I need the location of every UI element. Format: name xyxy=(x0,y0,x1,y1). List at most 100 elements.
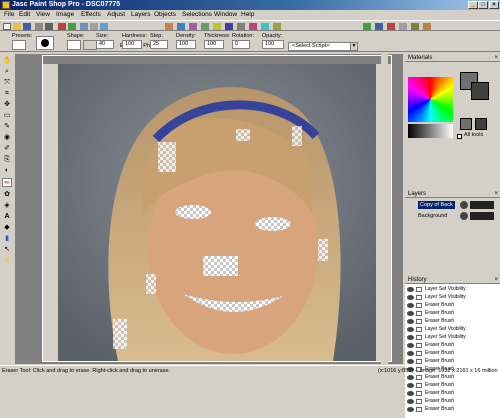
dodge-tool-icon[interactable]: ◐ xyxy=(2,166,12,175)
history-item[interactable]: Eraser Brush xyxy=(407,390,498,397)
history-item[interactable]: Eraser Brush xyxy=(407,350,498,357)
learning-center-icon[interactable] xyxy=(225,23,233,30)
photo-canvas[interactable] xyxy=(58,64,376,361)
background-material-box[interactable] xyxy=(475,118,487,130)
history-item[interactable]: Eraser Brush xyxy=(407,310,498,317)
save-script-icon[interactable] xyxy=(423,23,431,30)
background-swatch[interactable] xyxy=(471,82,489,100)
menu-adjust[interactable]: Adjust xyxy=(107,10,125,20)
dropper-tool-icon[interactable]: ✎ xyxy=(2,122,12,131)
grayscale-strip[interactable] xyxy=(408,124,453,138)
step-field[interactable]: 25 xyxy=(150,40,168,49)
history-item[interactable]: Eraser Brush xyxy=(407,382,498,389)
menu-view[interactable]: View xyxy=(36,10,50,20)
clone-brush-tool-icon[interactable]: ⎘ xyxy=(2,155,12,164)
close-icon[interactable]: × xyxy=(494,54,498,62)
menu-image[interactable]: Image xyxy=(56,10,74,20)
pan-tool-icon[interactable]: ✋ xyxy=(2,56,12,65)
close-icon[interactable]: × xyxy=(494,276,498,284)
redo-icon[interactable] xyxy=(68,23,76,30)
layer-row[interactable]: Background xyxy=(408,211,498,221)
warp-brush-tool-icon[interactable]: ⚡ xyxy=(2,256,12,265)
menu-objects[interactable]: Objects xyxy=(154,10,176,20)
hardness-field[interactable]: 100 xyxy=(122,40,142,49)
history-item[interactable]: Eraser Brush xyxy=(407,318,498,325)
close-button[interactable]: × xyxy=(489,1,499,9)
menu-help[interactable]: Help xyxy=(241,10,254,20)
menu-window[interactable]: Window xyxy=(214,10,237,20)
eraser-tool-icon[interactable]: ✏ xyxy=(2,178,12,187)
visibility-eye-icon[interactable] xyxy=(460,212,468,220)
shape-square-button[interactable] xyxy=(83,40,97,50)
all-tools-checkbox[interactable] xyxy=(457,134,462,139)
materials-toggle-icon[interactable] xyxy=(249,23,257,30)
picture-tube-tool-icon[interactable]: ✿ xyxy=(2,190,12,199)
deform-tool-icon[interactable]: ⤧ xyxy=(2,78,12,87)
rotation-field[interactable]: 0 xyxy=(232,40,250,49)
layer-opacity-slider[interactable] xyxy=(470,201,494,209)
foreground-material-box[interactable] xyxy=(460,118,472,130)
history-item[interactable]: Layer Set Visibility xyxy=(407,286,498,293)
histogram-icon[interactable] xyxy=(201,23,209,30)
history-item[interactable]: Eraser Brush xyxy=(407,406,498,413)
history-item[interactable]: Eraser Brush xyxy=(407,302,498,309)
shape-round-button[interactable] xyxy=(67,40,81,50)
stop-script-icon[interactable] xyxy=(387,23,395,30)
scan-icon[interactable] xyxy=(35,23,43,30)
layer-row[interactable]: Copy of Back xyxy=(408,200,498,210)
red-eye-tool-icon[interactable]: ◉ xyxy=(2,133,12,142)
paste-icon[interactable] xyxy=(90,23,98,30)
pause-script-icon[interactable] xyxy=(411,23,419,30)
tool-options-icon[interactable] xyxy=(237,23,245,30)
crop-tool-icon[interactable]: ⌗ xyxy=(2,89,12,98)
history-item[interactable]: Eraser Brush xyxy=(407,342,498,349)
selection-tool-icon[interactable]: ▭ xyxy=(2,111,12,120)
layers-toggle-icon[interactable] xyxy=(177,23,185,30)
save-icon[interactable] xyxy=(23,23,31,30)
text-tool-icon[interactable]: A xyxy=(2,212,12,221)
history-item[interactable]: Eraser Brush xyxy=(407,358,498,365)
preset-shape-tool-icon[interactable]: ◆ xyxy=(2,223,12,232)
flood-fill-tool-icon[interactable]: ◈ xyxy=(2,201,12,210)
browse-icon[interactable] xyxy=(100,23,108,30)
vertical-scrollbar[interactable] xyxy=(381,54,388,364)
run-script-icon[interactable] xyxy=(363,23,371,30)
menu-edit[interactable]: Edit xyxy=(19,10,30,20)
history-item[interactable]: Layer Set Visibility xyxy=(407,294,498,301)
record-script-icon[interactable] xyxy=(399,23,407,30)
menu-selections[interactable]: Selections xyxy=(182,10,212,20)
minimize-button[interactable]: _ xyxy=(468,1,478,9)
layer-opacity-slider[interactable] xyxy=(470,212,494,220)
zoom-tool-icon[interactable]: ⌕ xyxy=(2,67,12,76)
menu-file[interactable]: File xyxy=(4,10,14,20)
pen-tool-icon[interactable]: ▮ xyxy=(2,234,12,243)
new-file-icon[interactable] xyxy=(3,23,11,30)
overview-icon[interactable] xyxy=(189,23,197,30)
close-icon[interactable]: × xyxy=(494,190,498,198)
copy-icon[interactable] xyxy=(80,23,88,30)
history-toggle-icon[interactable] xyxy=(261,23,269,30)
edit-script-icon[interactable] xyxy=(375,23,383,30)
palette-toggle-icon[interactable] xyxy=(165,23,173,30)
object-selector-tool-icon[interactable]: ↖ xyxy=(2,245,12,254)
menu-layers[interactable]: Layers xyxy=(131,10,151,20)
undo-icon[interactable] xyxy=(58,23,66,30)
menu-effects[interactable]: Effects xyxy=(81,10,101,20)
script-output-icon[interactable] xyxy=(213,23,221,30)
maximize-button[interactable]: □ xyxy=(478,1,488,9)
print-icon[interactable] xyxy=(45,23,53,30)
history-item[interactable]: Eraser Brush xyxy=(407,398,498,405)
thickness-field[interactable]: 100 xyxy=(204,40,224,49)
size-field[interactable]: 40 xyxy=(96,40,114,49)
open-folder-icon[interactable] xyxy=(13,23,21,30)
paint-brush-tool-icon[interactable]: ✐ xyxy=(2,144,12,153)
opacity-field[interactable]: 100 xyxy=(262,40,284,49)
zoom-fit-icon[interactable] xyxy=(273,23,281,30)
history-item[interactable]: Layer Set Visibility xyxy=(407,326,498,333)
presets-dropdown[interactable] xyxy=(12,40,26,50)
density-field[interactable]: 100 xyxy=(176,40,196,49)
move-tool-icon[interactable]: ✥ xyxy=(2,100,12,109)
history-item[interactable]: Layer Set Visibility xyxy=(407,334,498,341)
visibility-eye-icon[interactable] xyxy=(460,201,468,209)
color-spectrum[interactable] xyxy=(408,77,453,122)
